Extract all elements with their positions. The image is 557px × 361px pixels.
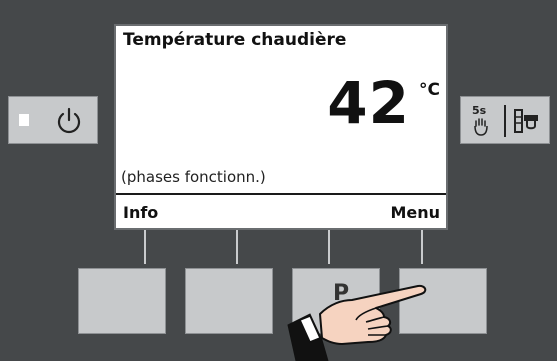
icon-separator — [504, 105, 506, 137]
function-button[interactable]: 5s — [460, 96, 550, 144]
connector-line-1 — [144, 230, 146, 264]
screen-divider — [116, 193, 446, 195]
hold-duration-text: 5s — [472, 104, 487, 117]
screen-title: Température chaudière — [123, 30, 347, 50]
softkey-label-menu: Menu — [390, 203, 440, 222]
softkey-1-info[interactable] — [78, 268, 166, 334]
temperature-value: 42 — [327, 69, 410, 137]
power-button[interactable] — [8, 96, 98, 144]
control-panel: Température chaudière 42 °C (phases fonc… — [0, 0, 557, 361]
connector-line-2 — [236, 230, 238, 264]
softkey-2[interactable] — [185, 268, 273, 334]
status-text: (phases fonctionn.) — [121, 168, 266, 186]
temperature-unit: °C — [419, 80, 440, 100]
power-indicator-led — [19, 114, 29, 126]
softkey-label-info: Info — [123, 203, 159, 222]
pointing-hand — [287, 284, 427, 361]
hand-hold-icon — [474, 118, 488, 136]
connector-line-3 — [328, 230, 330, 264]
boiler-tap-icon — [514, 109, 538, 133]
power-icon — [57, 107, 81, 134]
connector-line-4 — [421, 230, 423, 264]
lcd-display: Température chaudière 42 °C (phases fonc… — [114, 24, 448, 230]
